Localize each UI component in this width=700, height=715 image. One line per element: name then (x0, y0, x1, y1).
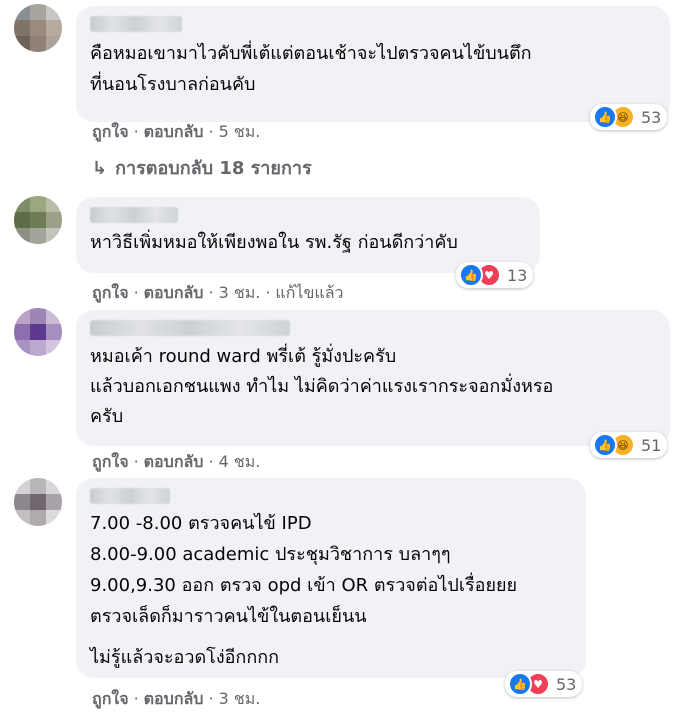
timestamp[interactable]: 4 ชม. (219, 452, 261, 471)
like-icon: 👍 (593, 105, 617, 129)
reply-button[interactable]: ตอบกลับ (144, 452, 204, 471)
commenter-name[interactable] (90, 488, 170, 504)
commenter-name[interactable] (90, 207, 178, 223)
reply-arrow-icon: ↳ (92, 158, 108, 179)
reaction-summary[interactable]: 👍 ♥ 53 (505, 671, 583, 697)
reaction-summary[interactable]: 👍 😆 53 (590, 104, 668, 130)
reaction-summary[interactable]: 👍 😆 51 (590, 432, 668, 458)
avatar[interactable] (14, 196, 62, 244)
timestamp[interactable]: 3 ชม. (219, 283, 261, 302)
comment-text: หาวิธีเพิ่มหมอให้เพียงพอใน รพ.รัฐ ก่อนดี… (90, 232, 458, 253)
comment-bubble: 7.00 -8.00 ตรวจคนไข้ IPD 8.00-9.00 acade… (76, 478, 586, 678)
edited-label: แก้ไขแล้ว (275, 283, 344, 302)
avatar[interactable] (14, 308, 62, 356)
like-button[interactable]: ถูกใจ (92, 689, 129, 708)
like-icon: 👍 (459, 263, 483, 287)
commenter-name[interactable] (90, 320, 290, 336)
view-replies-link[interactable]: ↳ การตอบกลับ 18 รายการ (92, 153, 312, 182)
reaction-count: 53 (641, 107, 662, 127)
like-button[interactable]: ถูกใจ (92, 283, 129, 302)
comment-actions: ถูกใจ · ตอบกลับ · 3 ชม. · แก้ไขแล้ว (92, 283, 344, 302)
like-button[interactable]: ถูกใจ (92, 122, 129, 141)
commenter-name[interactable] (90, 16, 182, 32)
comment-text: 7.00 -8.00 ตรวจคนไข้ IPD 8.00-9.00 acade… (90, 513, 518, 627)
like-icon: 👍 (593, 433, 617, 457)
comment-actions: ถูกใจ · ตอบกลับ · 4 ชม. (92, 452, 261, 471)
reply-button[interactable]: ตอบกลับ (144, 283, 204, 302)
reaction-count: 13 (507, 265, 528, 285)
reply-button[interactable]: ตอบกลับ (144, 689, 204, 708)
avatar[interactable] (14, 4, 62, 52)
avatar[interactable] (14, 478, 62, 526)
replies-label: การตอบกลับ 18 รายการ (115, 158, 312, 179)
reaction-count: 51 (641, 435, 662, 455)
comment-actions: ถูกใจ · ตอบกลับ · 3 ชม. (92, 689, 261, 708)
comment-actions: ถูกใจ · ตอบกลับ · 5 ชม. (92, 122, 261, 141)
comment-text: คือหมอเขามาไวคับพี่เต้แต่ตอนเช้าจะไปตรวจ… (90, 43, 532, 95)
reply-button[interactable]: ตอบกลับ (144, 122, 204, 141)
like-icon: 👍 (508, 672, 532, 696)
reaction-count: 53 (556, 674, 577, 694)
timestamp[interactable]: 3 ชม. (219, 689, 261, 708)
reaction-summary[interactable]: 👍 ♥ 13 (456, 262, 534, 288)
comment-text-last-line: ไม่รู้แล้วจะอวดโง่อีกกกก (90, 647, 280, 668)
like-button[interactable]: ถูกใจ (92, 452, 129, 471)
timestamp[interactable]: 5 ชม. (219, 122, 261, 141)
comment-bubble: คือหมอเขามาไวคับพี่เต้แต่ตอนเช้าจะไปตรวจ… (76, 6, 670, 122)
comment-text: หมอเค้า round ward พรี่เต้ รู้มั่งปะครับ… (90, 346, 554, 427)
comment-bubble: หมอเค้า round ward พรี่เต้ รู้มั่งปะครับ… (76, 310, 670, 446)
